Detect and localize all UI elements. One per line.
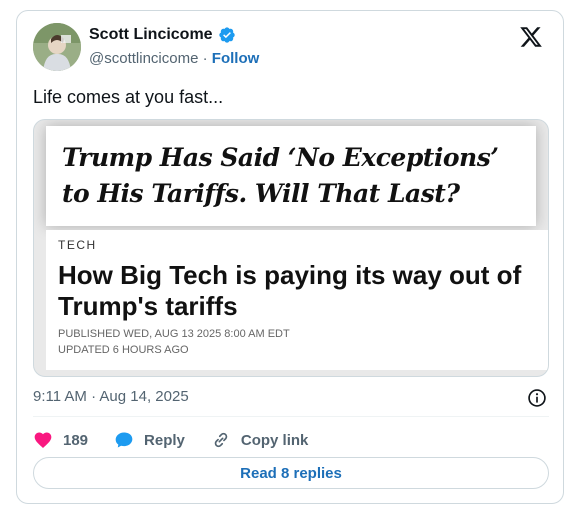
link-icon — [214, 432, 228, 448]
heart-icon — [34, 432, 52, 448]
article-section: TECH — [58, 238, 97, 252]
reply-bubble-icon — [115, 432, 133, 448]
reply-label: Reply — [144, 431, 185, 449]
follow-button[interactable]: Follow — [212, 50, 260, 67]
verified-badge-icon — [218, 27, 235, 43]
like-count: 189 — [63, 431, 89, 449]
x-logo-icon[interactable] — [519, 25, 543, 49]
author-name-row[interactable]: Scott Lincicome — [89, 26, 236, 44]
tweet-card: Scott Lincicome @scottlincicome · Follow… — [16, 10, 564, 504]
info-icon[interactable] — [527, 388, 547, 408]
avatar[interactable] — [33, 23, 81, 71]
updated-date: UPDATED 6 HOURS AGO — [58, 344, 189, 356]
separator-dot: · — [202, 50, 208, 67]
reply-button[interactable]: Reply — [114, 430, 185, 450]
copy-link-label: Copy link — [240, 431, 309, 449]
nyt-headline: Trump Has Said ‘No Exceptions’ to His Ta… — [62, 143, 499, 208]
article-dates: PUBLISHED WED, AUG 13 2025 8:00 AM EDT U… — [58, 326, 290, 358]
tweet-timestamp[interactable]: 9:11 AM · Aug 14, 2025 — [33, 388, 189, 405]
published-date: PUBLISHED WED, AUG 13 2025 8:00 AM EDT — [58, 328, 290, 340]
like-button[interactable]: 189 — [33, 430, 88, 450]
copy-link-button[interactable]: Copy link — [211, 430, 309, 450]
article-title: How Big Tech is paying its way out of Tr… — [58, 260, 522, 321]
handle-row: @scottlincicome · Follow — [89, 50, 259, 67]
tweet-text: Life comes at you fast... — [33, 87, 224, 107]
tweet-image[interactable]: Trump Has Said ‘No Exceptions’ to His Ta… — [33, 119, 549, 377]
article-clipping: TECH How Big Tech is paying its way out … — [46, 230, 548, 370]
action-bar: 189 Reply Copy link — [33, 427, 334, 453]
nyt-clipping: Trump Has Said ‘No Exceptions’ to His Ta… — [46, 126, 536, 226]
divider — [33, 416, 549, 417]
author-name[interactable]: Scott Lincicome — [89, 26, 213, 44]
author-handle[interactable]: @scottlincicome — [89, 50, 198, 67]
read-replies-button[interactable]: Read 8 replies — [33, 457, 549, 489]
